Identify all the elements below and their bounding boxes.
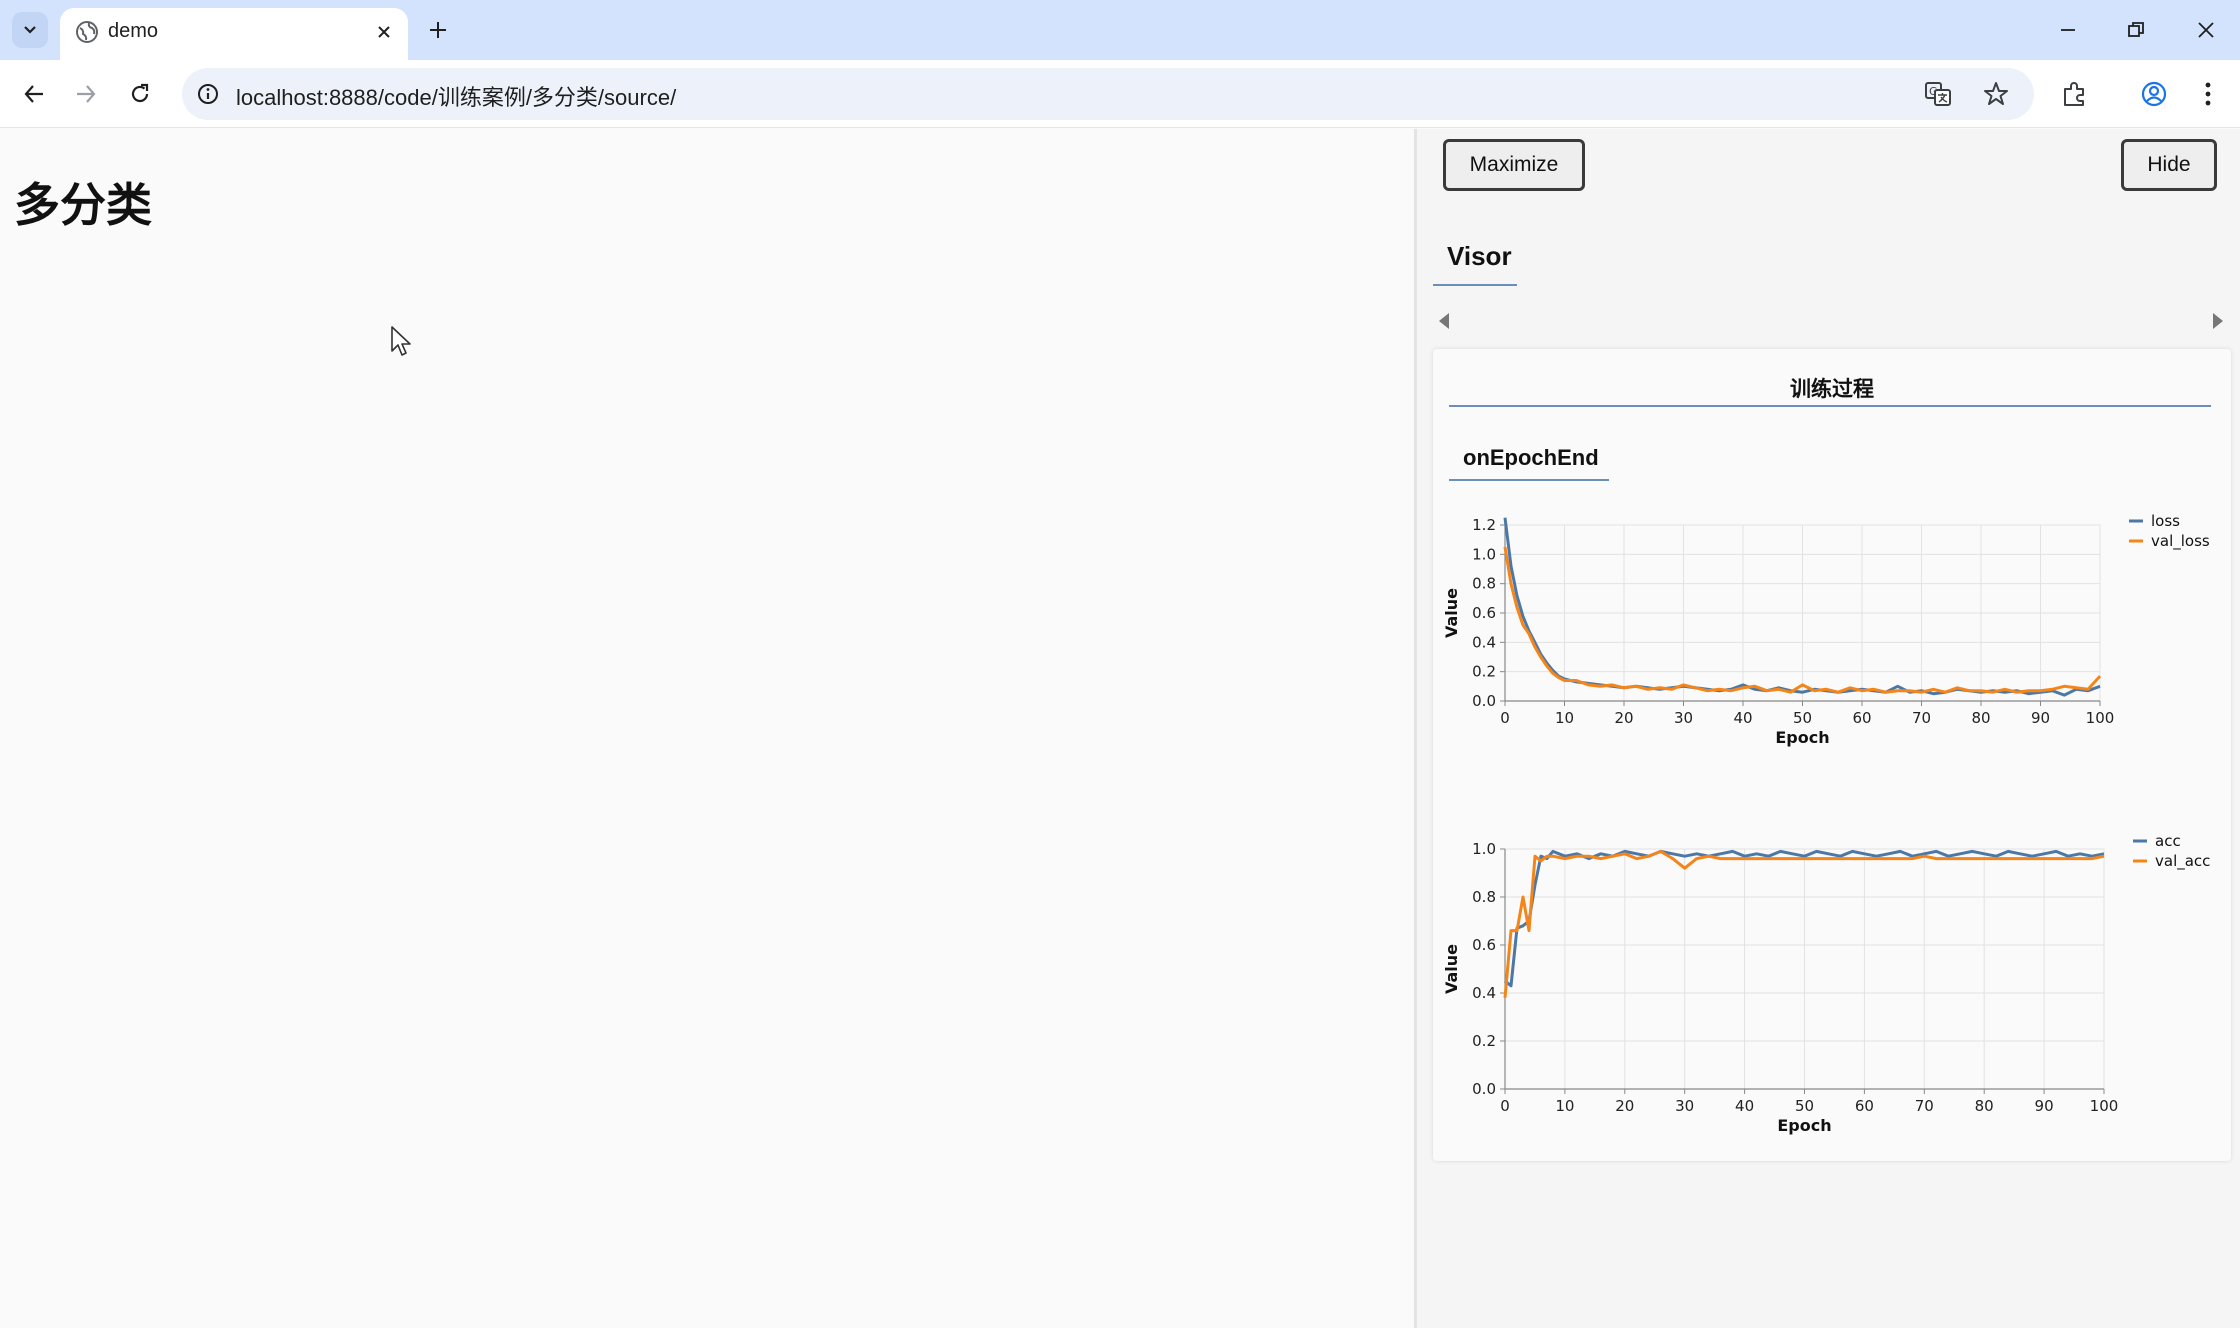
y-tick-label: 0.4 — [1472, 984, 1496, 1002]
y-tick-label: 0.4 — [1472, 633, 1496, 651]
globe-icon — [76, 21, 98, 43]
y-tick-label: 0.6 — [1472, 604, 1496, 622]
x-tick-label: 60 — [1852, 709, 1871, 727]
y-tick-label: 0.8 — [1472, 888, 1496, 906]
reload-button[interactable] — [120, 74, 160, 114]
x-tick-label: 70 — [1912, 709, 1931, 727]
visor-tab-underline — [1433, 284, 1517, 286]
close-window-button[interactable] — [2182, 10, 2230, 50]
y-tick-label: 0.8 — [1472, 575, 1496, 593]
x-tick-label: 30 — [1675, 1097, 1694, 1115]
chevron-down-icon — [24, 26, 36, 34]
y-tick-label: 1.0 — [1472, 840, 1496, 858]
legend-label: val_acc — [2155, 852, 2210, 871]
x-tick-label: 40 — [1733, 709, 1752, 727]
restore-button[interactable] — [2112, 10, 2160, 50]
y-tick-label: 0.2 — [1472, 663, 1496, 681]
x-axis-title: Epoch — [1775, 728, 1829, 747]
forward-button[interactable] — [66, 74, 106, 114]
x-tick-label: 20 — [1615, 1097, 1634, 1115]
tab-search-button[interactable] — [12, 12, 48, 48]
y-tick-label: 0.0 — [1472, 692, 1496, 710]
extensions-icon[interactable] — [2056, 76, 2092, 112]
scroll-left-arrow-icon[interactable] — [1439, 313, 1449, 329]
visor-panel: Maximize Hide Visor 训练过程 onEpochEnd 0 10 2… — [1414, 129, 2240, 1328]
accuracy-chart: 0 10 20 30 40 50 60 70 80 90 100 0.0 0.2 0.4 0.6 0.8 1.0… — [1442, 832, 2210, 1135]
tab-strip: demo — [0, 0, 2240, 60]
loss-chart: 0 10 20 30 40 50 60 70 80 90 100 0.0 0.2 0.4 0.6 0.8 1.0… — [1442, 512, 2210, 747]
x-tick-label: 90 — [2035, 1097, 2054, 1115]
y-tick-label: 0.6 — [1472, 936, 1496, 954]
y-tick-label: 1.0 — [1472, 545, 1496, 563]
browser-toolbar: localhost:8888/code/训练案例/多分类/source/ G — [0, 60, 2240, 128]
surface-heading: 训练过程 — [1790, 378, 1874, 401]
scroll-right-arrow-icon[interactable] — [2213, 313, 2223, 329]
x-tick-label: 10 — [1555, 709, 1574, 727]
y-tick-label: 0.2 — [1472, 1032, 1496, 1050]
x-axis-title: Epoch — [1777, 1116, 1831, 1135]
x-tick-label: 80 — [1975, 1097, 1994, 1115]
x-tick-label: 10 — [1555, 1097, 1574, 1115]
arrow-left-icon — [24, 85, 43, 103]
more-menu-icon[interactable] — [2190, 76, 2226, 112]
site-info-icon[interactable] — [194, 80, 222, 108]
url-text: localhost:8888/code/训练案例/多分类/source/ — [236, 85, 677, 110]
new-tab-button[interactable] — [420, 12, 456, 48]
page-title: 多分类 — [14, 179, 152, 231]
x-tick-label: 100 — [2090, 1097, 2119, 1115]
back-button[interactable] — [14, 74, 54, 114]
profile-avatar-icon[interactable] — [2136, 76, 2172, 112]
plus-icon — [430, 22, 446, 38]
restore-icon — [2128, 22, 2144, 37]
minimize-icon — [2061, 29, 2075, 31]
x-tick-label: 0 — [1500, 709, 1510, 727]
x-tick-label: 60 — [1855, 1097, 1874, 1115]
x-tick-label: 90 — [2031, 709, 2050, 727]
reload-icon — [131, 83, 149, 103]
close-tab-icon[interactable] — [370, 18, 398, 46]
x-tick-label: 50 — [1795, 1097, 1814, 1115]
chart-group-underline — [1449, 479, 1609, 481]
bookmark-star-icon[interactable] — [1980, 78, 2012, 110]
minimize-button[interactable] — [2044, 10, 2092, 50]
x-tick-label: 40 — [1735, 1097, 1754, 1115]
visor-tab-title[interactable]: Visor — [1447, 241, 1512, 272]
browser-tab[interactable]: demo — [60, 8, 408, 60]
x-tick-label: 80 — [1971, 709, 1990, 727]
tab-title: demo — [108, 20, 159, 42]
x-tick-label: 70 — [1915, 1097, 1934, 1115]
translate-icon[interactable]: G — [1922, 78, 1954, 110]
arrow-right-icon — [77, 85, 96, 103]
x-tick-label: 0 — [1500, 1097, 1510, 1115]
y-axis-title: Value — [1442, 588, 1461, 638]
y-tick-label: 0.0 — [1472, 1080, 1496, 1098]
close-icon — [2198, 22, 2214, 38]
x-tick-label: 100 — [2086, 709, 2115, 727]
y-tick-label: 1.2 — [1472, 516, 1496, 534]
chart-group-title[interactable]: onEpochEnd — [1463, 445, 1599, 471]
mouse-cursor-icon — [391, 326, 411, 356]
x-tick-label: 30 — [1674, 709, 1693, 727]
legend-label: val_loss — [2151, 532, 2210, 551]
surface-card: 训练过程 onEpochEnd 0 10 20 30 40 50 60 70 80 90 100 0.… — [1433, 349, 2231, 1161]
legend-label: loss — [2151, 512, 2180, 530]
page-content: 多分类 Maximize Hide Visor 训练过程 onEpochEnd … — [0, 129, 2240, 1328]
legend-label: acc — [2155, 832, 2181, 850]
maximize-button[interactable]: Maximize — [1443, 139, 1585, 191]
x-tick-label: 20 — [1614, 709, 1633, 727]
hide-button[interactable]: Hide — [2121, 139, 2217, 191]
surface-divider — [1449, 405, 2211, 407]
y-axis-title: Value — [1442, 944, 1461, 994]
address-bar[interactable]: localhost:8888/code/训练案例/多分类/source/ G — [182, 68, 2034, 120]
x-tick-label: 50 — [1793, 709, 1812, 727]
